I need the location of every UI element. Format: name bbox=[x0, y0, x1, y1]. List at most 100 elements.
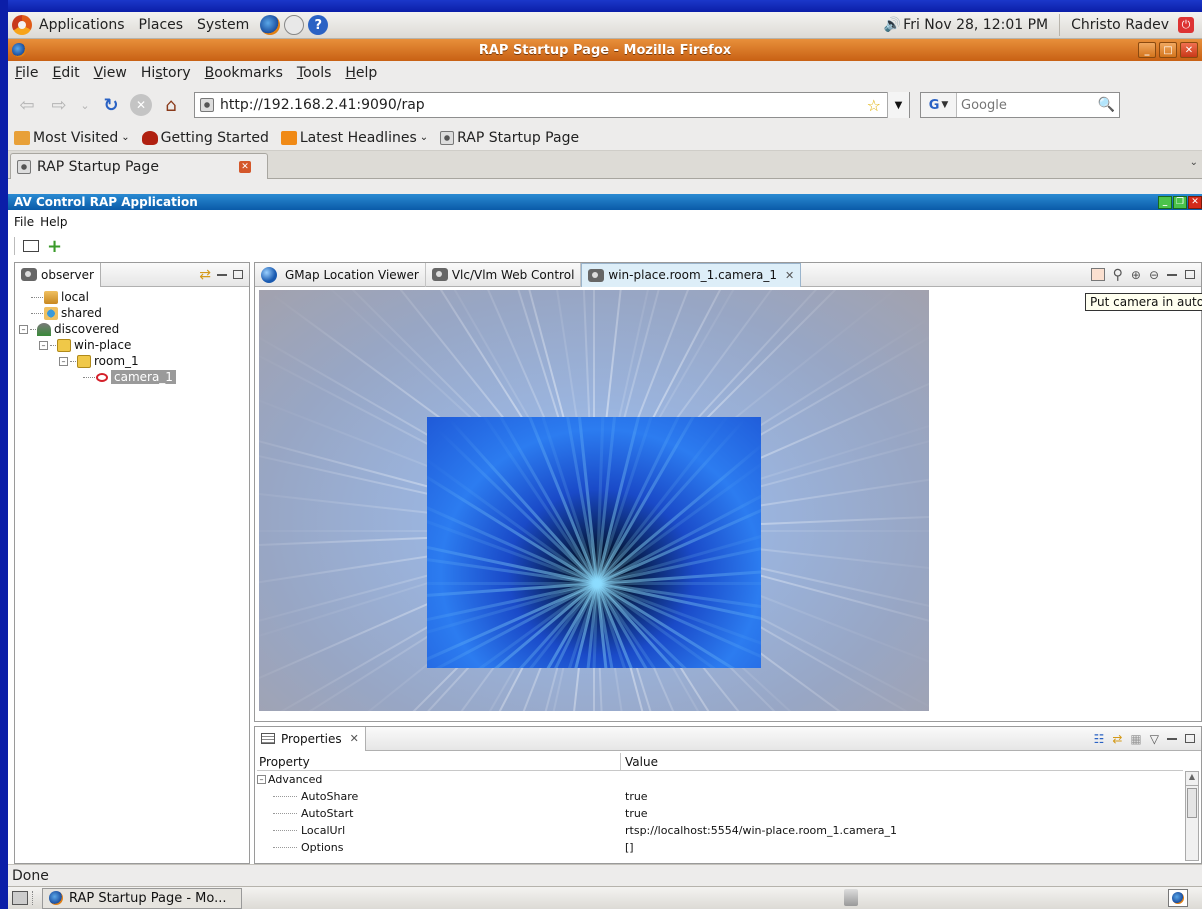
column-header-property[interactable]: Property bbox=[257, 752, 621, 771]
tab-vlc[interactable]: Vlc/Vlm Web Control bbox=[426, 262, 582, 287]
firefox-window-icon[interactable] bbox=[12, 43, 26, 57]
menu-tools[interactable]: Tools bbox=[290, 65, 339, 81]
restore-default-icon[interactable]: ▦ bbox=[1130, 732, 1141, 746]
zoom-icon[interactable]: ⚲ bbox=[1113, 267, 1123, 283]
show-desktop-icon[interactable] bbox=[12, 891, 28, 905]
home-icon[interactable]: ⌂ bbox=[158, 92, 184, 118]
search-bar[interactable]: G▼ 🔍 bbox=[920, 92, 1120, 118]
tree-item-win-place[interactable]: – win-place bbox=[17, 337, 249, 353]
bookmark-rap-startup[interactable]: RAP Startup Page bbox=[434, 130, 585, 146]
scroll-thumb[interactable] bbox=[1187, 788, 1197, 818]
power-icon[interactable]: ⏻ bbox=[1178, 17, 1194, 33]
user-name[interactable]: Christo Radev bbox=[1064, 12, 1176, 39]
rap-menu-help[interactable]: Help bbox=[40, 215, 67, 229]
zoom-in-icon[interactable]: ⊕ bbox=[1131, 268, 1141, 282]
menu-help[interactable]: Help bbox=[338, 65, 384, 81]
tree-connector bbox=[273, 847, 297, 848]
scroll-up-icon[interactable]: ▲ bbox=[1186, 772, 1198, 786]
menu-edit[interactable]: Edit bbox=[45, 65, 86, 81]
table-row[interactable]: AutoStart true bbox=[257, 805, 1183, 822]
maximize-button[interactable]: □ bbox=[1159, 42, 1177, 58]
collapse-icon[interactable]: – bbox=[59, 356, 68, 366]
vertical-scrollbar[interactable]: ▲ bbox=[1185, 771, 1199, 861]
mail-launcher-icon[interactable] bbox=[284, 15, 305, 35]
view-minimize-icon[interactable] bbox=[1167, 273, 1177, 276]
back-arrow-icon[interactable]: ⇦ bbox=[14, 92, 40, 118]
places-menu[interactable]: Places bbox=[132, 12, 191, 39]
ubuntu-logo-icon[interactable] bbox=[12, 15, 32, 35]
rap-menu-file[interactable]: File bbox=[14, 215, 34, 229]
volume-icon[interactable]: 🔊 bbox=[877, 12, 903, 39]
rap-titlebar: AV Control RAP Application _ ❐ ✕ bbox=[8, 194, 1202, 210]
workspace-switcher-icon[interactable] bbox=[1168, 889, 1188, 907]
search-magnifier-icon[interactable]: 🔍 bbox=[1098, 97, 1115, 113]
view-menu-icon[interactable]: ▽ bbox=[1150, 732, 1159, 746]
clock[interactable]: Fri Nov 28, 12:01 PM bbox=[903, 12, 1055, 39]
tab-close-icon[interactable]: ✕ bbox=[350, 732, 359, 745]
stop-icon[interactable]: ✕ bbox=[130, 94, 152, 116]
property-value: true bbox=[625, 790, 648, 803]
column-header-value[interactable]: Value bbox=[621, 755, 658, 769]
trash-icon[interactable] bbox=[844, 889, 858, 906]
tab-gmap[interactable]: GMap Location Viewer bbox=[255, 262, 426, 287]
add-plus-icon[interactable]: + bbox=[47, 236, 62, 257]
table-row[interactable]: Options [] bbox=[257, 839, 1183, 856]
help-launcher-icon[interactable]: ? bbox=[308, 15, 329, 35]
tree-item-discovered[interactable]: – discovered bbox=[17, 321, 249, 337]
url-dropdown-icon[interactable]: ▼ bbox=[887, 92, 909, 118]
bookmark-star-icon[interactable]: ☆ bbox=[867, 96, 881, 115]
reload-icon[interactable]: ↻ bbox=[98, 92, 124, 118]
bookmark-latest-headlines[interactable]: Latest Headlines ⌄ bbox=[275, 130, 434, 146]
rap-restore-button[interactable]: ❐ bbox=[1173, 195, 1187, 209]
tree-item-local[interactable]: local bbox=[17, 289, 249, 305]
zoom-out-icon[interactable]: ⊖ bbox=[1149, 268, 1159, 282]
rap-close-button[interactable]: ✕ bbox=[1188, 195, 1202, 209]
mail-icon[interactable] bbox=[23, 240, 39, 252]
view-minimize-icon[interactable] bbox=[217, 273, 227, 276]
tab-close-icon[interactable]: ✕ bbox=[239, 160, 251, 173]
taskbar-firefox-button[interactable]: RAP Startup Page - Mo... bbox=[42, 887, 242, 909]
tab-properties[interactable]: Properties ✕ bbox=[255, 726, 366, 751]
collapse-icon[interactable]: – bbox=[257, 775, 266, 784]
rap-minimize-button[interactable]: _ bbox=[1158, 195, 1172, 209]
sync-arrows-icon[interactable]: ⇄ bbox=[199, 267, 211, 283]
view-maximize-icon[interactable] bbox=[1185, 270, 1195, 279]
tree-item-shared[interactable]: shared bbox=[17, 305, 249, 321]
view-maximize-icon[interactable] bbox=[233, 270, 243, 279]
menu-history[interactable]: History bbox=[134, 65, 198, 81]
tree-item-camera[interactable]: camera_1 bbox=[17, 369, 249, 385]
bookmark-most-visited[interactable]: Most Visited ⌄ bbox=[8, 130, 136, 146]
menu-view[interactable]: View bbox=[87, 65, 134, 81]
search-engine-selector[interactable]: G ▼ bbox=[921, 93, 957, 117]
history-dropdown-icon[interactable]: ⌄ bbox=[78, 92, 92, 118]
view-maximize-icon[interactable] bbox=[1185, 734, 1195, 743]
tab-observer[interactable]: observer bbox=[15, 262, 101, 287]
url-text[interactable]: http://192.168.2.41:9090/rap bbox=[220, 97, 867, 113]
auto-mode-icon[interactable] bbox=[1090, 268, 1105, 281]
collapse-icon[interactable]: – bbox=[19, 324, 28, 334]
property-group-advanced[interactable]: – Advanced bbox=[257, 771, 1183, 788]
view-minimize-icon[interactable] bbox=[1167, 737, 1177, 740]
filter-icon[interactable]: ⇄ bbox=[1112, 732, 1122, 746]
camera-video-frame[interactable] bbox=[427, 417, 761, 668]
table-row[interactable]: LocalUrl rtsp://localhost:5554/win-place… bbox=[257, 822, 1183, 839]
menu-file[interactable]: File bbox=[8, 65, 45, 81]
url-bar[interactable]: http://192.168.2.41:9090/rap ☆ ▼ bbox=[194, 92, 910, 118]
forward-arrow-icon[interactable]: ⇨ bbox=[46, 92, 72, 118]
table-row[interactable]: AutoShare true bbox=[257, 788, 1183, 805]
tab-rap-startup[interactable]: RAP Startup Page ✕ bbox=[10, 153, 268, 179]
tab-camera[interactable]: win-place.room_1.camera_1 ✕ bbox=[581, 262, 802, 287]
tab-close-icon[interactable]: ✕ bbox=[785, 269, 794, 282]
minimize-button[interactable]: _ bbox=[1138, 42, 1156, 58]
search-input[interactable] bbox=[957, 97, 1097, 113]
menu-bookmarks[interactable]: Bookmarks bbox=[198, 65, 290, 81]
close-button[interactable]: ✕ bbox=[1180, 42, 1198, 58]
tree-item-room[interactable]: – room_1 bbox=[17, 353, 249, 369]
system-menu[interactable]: System bbox=[190, 12, 256, 39]
tree-mode-icon[interactable]: ☷ bbox=[1094, 732, 1105, 746]
applications-menu[interactable]: Applications bbox=[32, 12, 132, 39]
bookmark-getting-started[interactable]: Getting Started bbox=[136, 130, 275, 146]
collapse-icon[interactable]: – bbox=[39, 340, 48, 350]
tabs-list-icon[interactable]: ⌄ bbox=[1190, 157, 1198, 168]
firefox-launcher-icon[interactable] bbox=[260, 15, 281, 35]
